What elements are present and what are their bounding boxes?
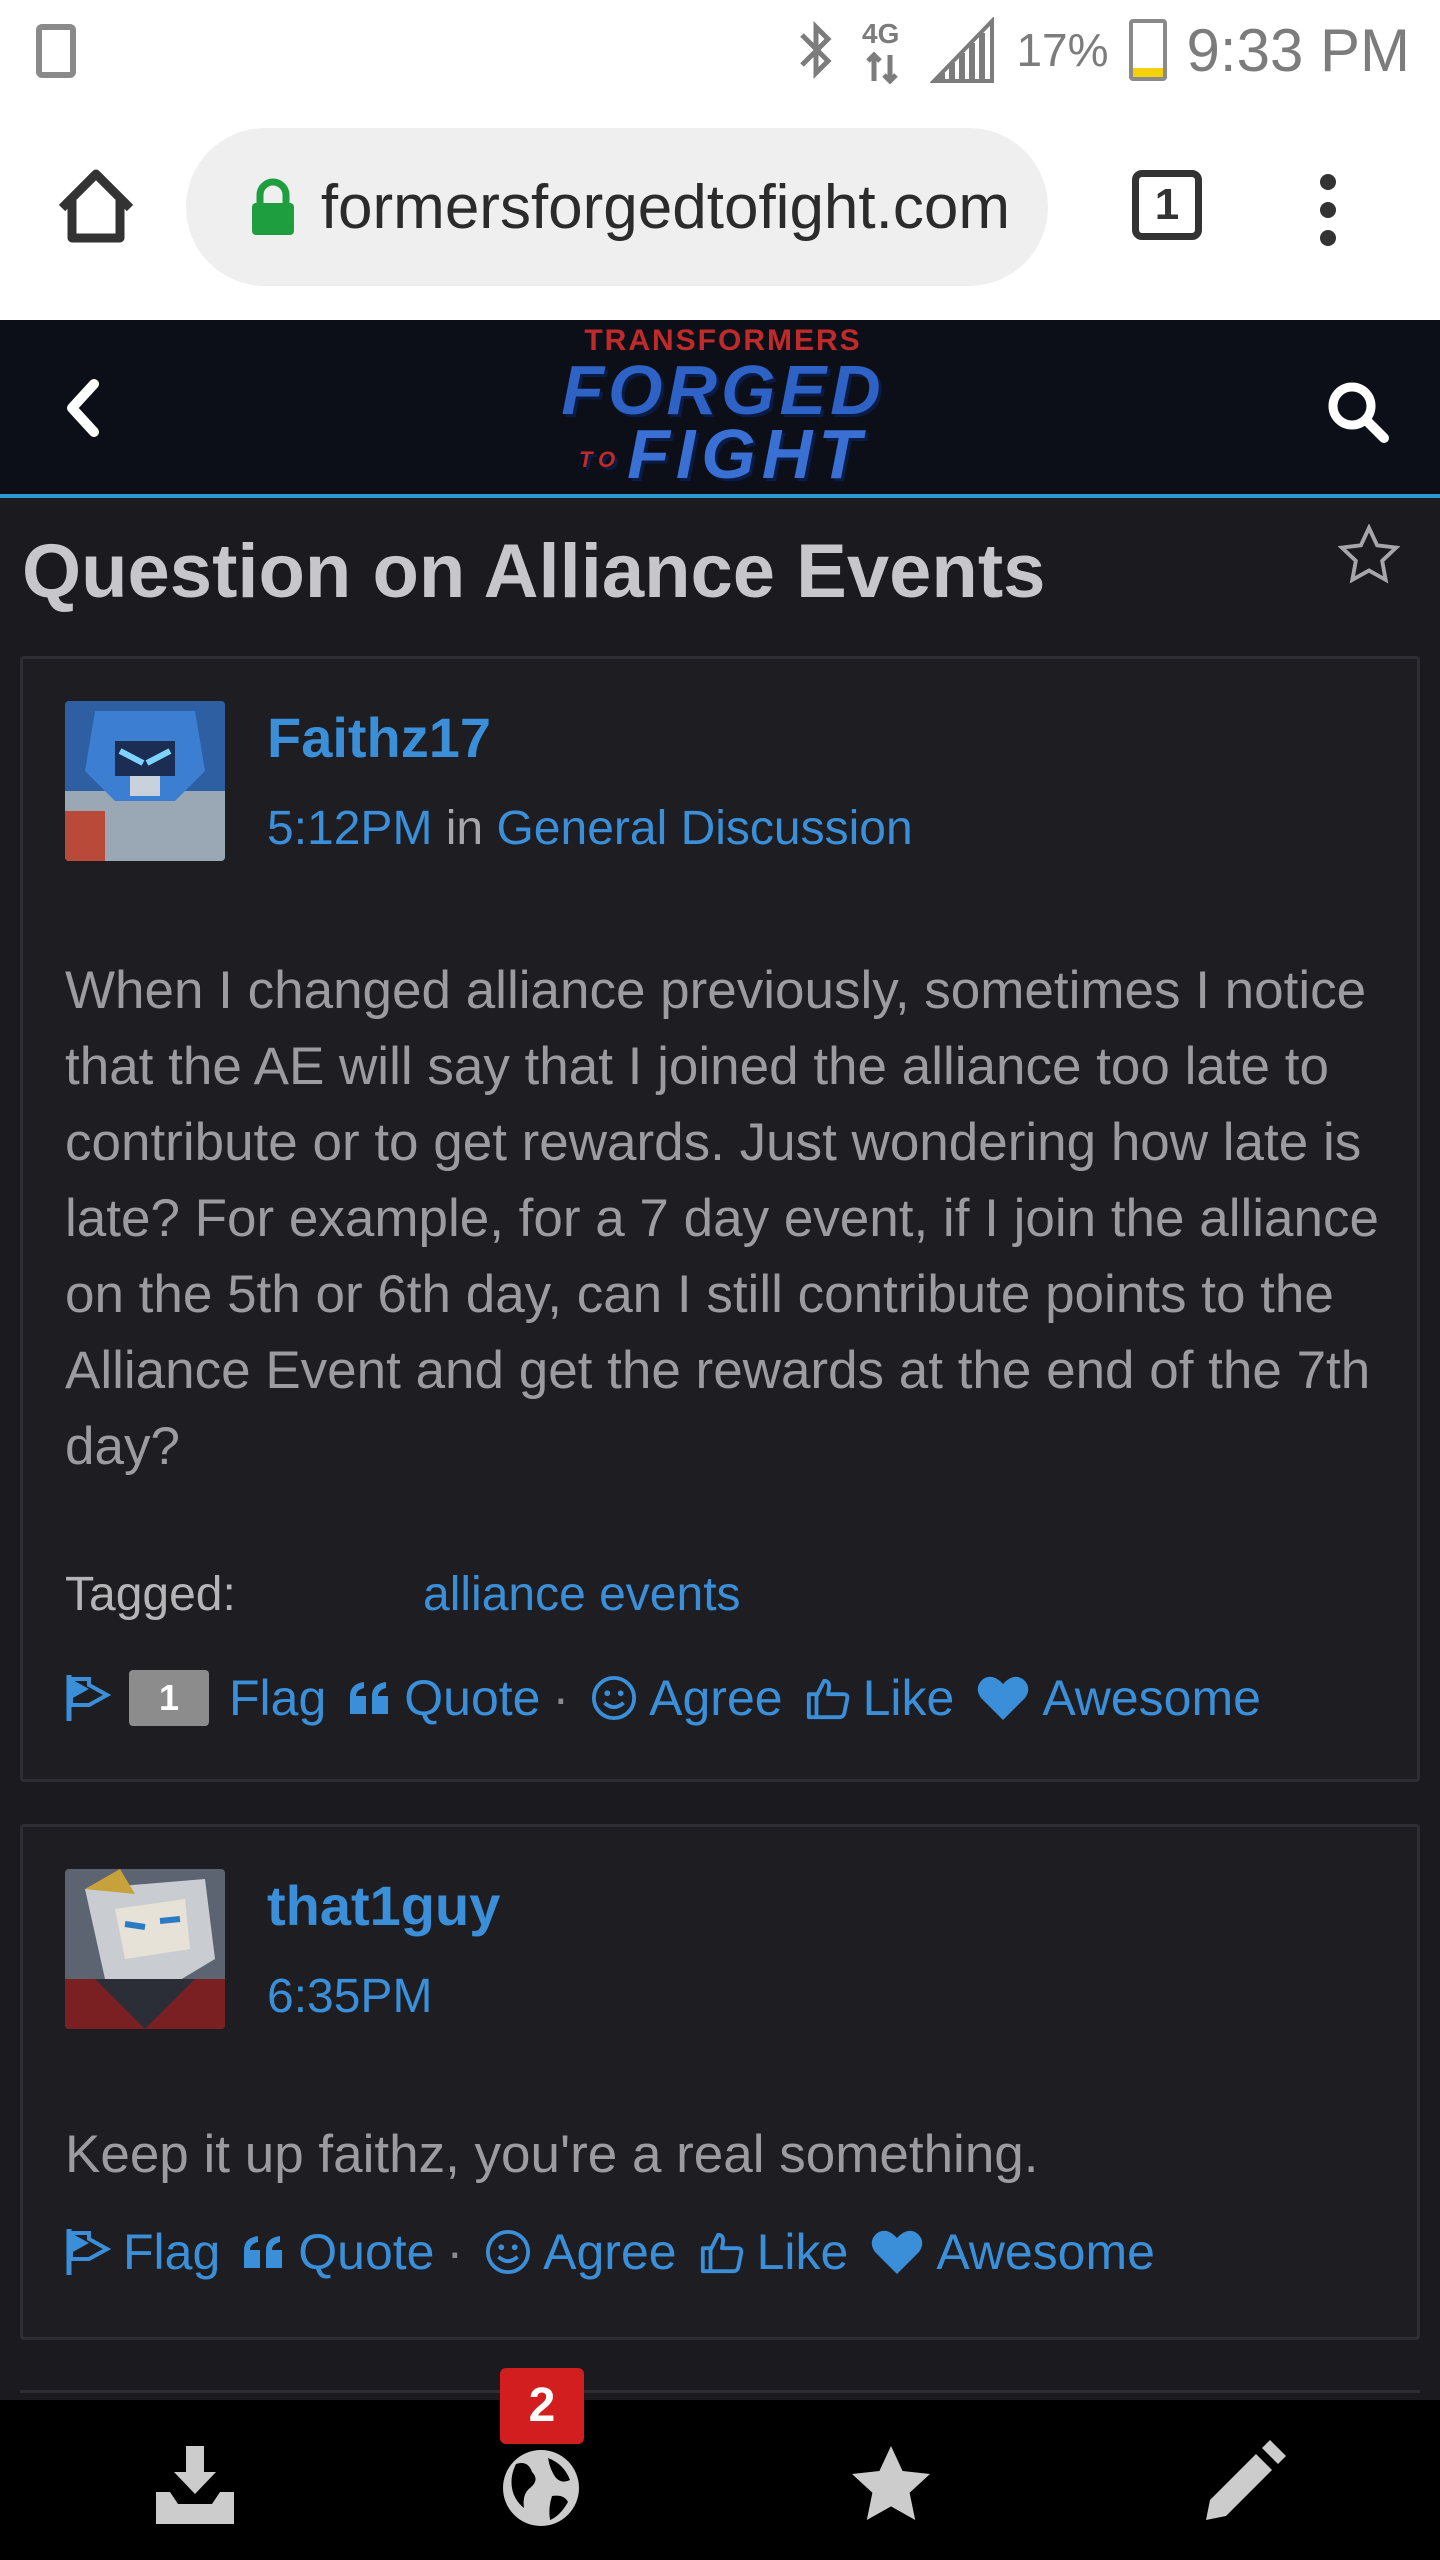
bookmark-star-icon[interactable] [846,2440,936,2530]
post-time-link[interactable]: 6:35PM [267,1970,432,2023]
url-bar[interactable]: transformersforgedtofight.com [186,128,1048,286]
site-header: TRANSFORMERS FORGED TOFIGHT [0,320,1440,498]
category-link[interactable]: General Discussion [496,802,912,855]
flag-count: 1 [129,1670,209,1726]
back-icon[interactable] [62,378,102,438]
like-button[interactable]: Like [805,1669,955,1727]
agree-button[interactable]: Agree [485,2223,677,2281]
notification-badge: 2 [500,2368,584,2444]
quote-label: Quote [404,1670,541,1726]
like-label: Like [756,2224,849,2280]
flag-icon [66,1675,111,1721]
like-label: Like [862,1670,955,1726]
post-time-link[interactable]: 5:12PM [267,802,432,855]
awesome-button[interactable]: Awesome [870,2223,1155,2281]
thumbs-up-icon [806,1678,849,1720]
post-meta: 5:12PM in General Discussion [267,801,913,856]
post-card: that1guy 6:35PM Keep it up faithz, you'r… [20,1824,1420,2340]
logo-fight-line: TOFIGHT [548,419,898,492]
tagged-label: Tagged: [65,1568,236,1621]
flag-button[interactable]: Flag [65,2223,220,2281]
post-author[interactable]: that1guy [267,1873,500,1938]
logo-to: TO [578,446,622,472]
browser-toolbar: transformersforgedtofight.com 1 [0,100,1440,320]
quote-label: Quote [298,2224,435,2280]
logo-forged: FORGED [561,351,885,429]
site-logo[interactable]: TRANSFORMERS FORGED TOFIGHT [548,320,898,498]
phone-icon [36,24,76,78]
separator-dot: · [552,1670,570,1726]
post-body: Keep it up faithz, you're a real somethi… [65,2125,1039,2184]
post-author[interactable]: Faithz17 [267,705,491,770]
logo-fight: FIGHT [627,415,868,493]
menu-icon[interactable] [1312,174,1344,250]
status-bar: 4G 17% 9:33 PM [0,0,1440,100]
quote-icon [350,1682,389,1714]
heart-icon [872,2230,923,2274]
awesome-button[interactable]: Awesome [976,1669,1261,1727]
bottom-nav [0,2400,1440,2560]
quote-button[interactable]: Quote [242,2223,434,2281]
reaction-bar: 1 Flag Quote · Agree Like Awesome [65,1669,1283,1727]
pencil-icon[interactable] [1196,2440,1286,2530]
thumbs-up-icon [700,2232,743,2274]
next-post-edge [20,2390,1420,2400]
avatar[interactable] [65,701,225,861]
bookmark-star-outline-icon[interactable] [1338,524,1400,586]
lock-icon [252,178,294,235]
url-text[interactable]: transformersforgedtofight.com [320,172,1010,243]
reaction-bar: Flag Quote · Agree Like Awesome [65,2223,1177,2281]
awesome-label: Awesome [936,2224,1155,2280]
flag-button[interactable]: 1 Flag [65,1669,326,1727]
search-icon[interactable] [1326,380,1390,444]
svg-text:4G: 4G [862,18,899,49]
tabs-button[interactable]: 1 [1132,170,1202,240]
tab-count: 1 [1154,180,1180,229]
agree-button[interactable]: Agree [591,1669,783,1727]
quote-icon [244,2236,283,2268]
separator-dot: · [446,2224,464,2280]
battery-percent: 17% [1016,24,1109,76]
post-meta: 6:35PM [267,1969,432,2024]
signal-icon [930,17,995,83]
inbox-download-icon[interactable] [150,2440,240,2530]
awesome-label: Awesome [1042,1670,1261,1726]
battery-icon [1128,19,1167,81]
heart-icon [978,1676,1029,1720]
home-icon[interactable] [54,164,138,248]
page-title: Question on Alliance Events [22,529,1046,614]
globe-icon[interactable] [496,2440,586,2530]
quote-button[interactable]: Quote [348,1669,540,1727]
like-button[interactable]: Like [699,2223,849,2281]
flag-label: Flag [229,1670,327,1726]
clock: 9:33 PM [1186,16,1410,84]
smiley-icon [486,2229,531,2275]
status-right: 4G 17% 9:33 PM [796,14,1410,86]
flag-label: Flag [123,2224,221,2280]
tag-link[interactable]: alliance events [423,1567,741,1622]
avatar[interactable] [65,1869,225,2029]
bluetooth-icon [800,20,833,80]
in-label: in [445,802,484,855]
4g-icon: 4G [862,18,900,85]
agree-label: Agree [649,1670,783,1726]
smiley-icon [592,1675,637,1721]
flag-icon [66,2229,111,2275]
agree-label: Agree [543,2224,677,2280]
post-card: Faithz17 5:12PM in General Discussion Wh… [20,656,1420,1782]
post-body: When I changed alliance previously, some… [65,961,1379,1476]
